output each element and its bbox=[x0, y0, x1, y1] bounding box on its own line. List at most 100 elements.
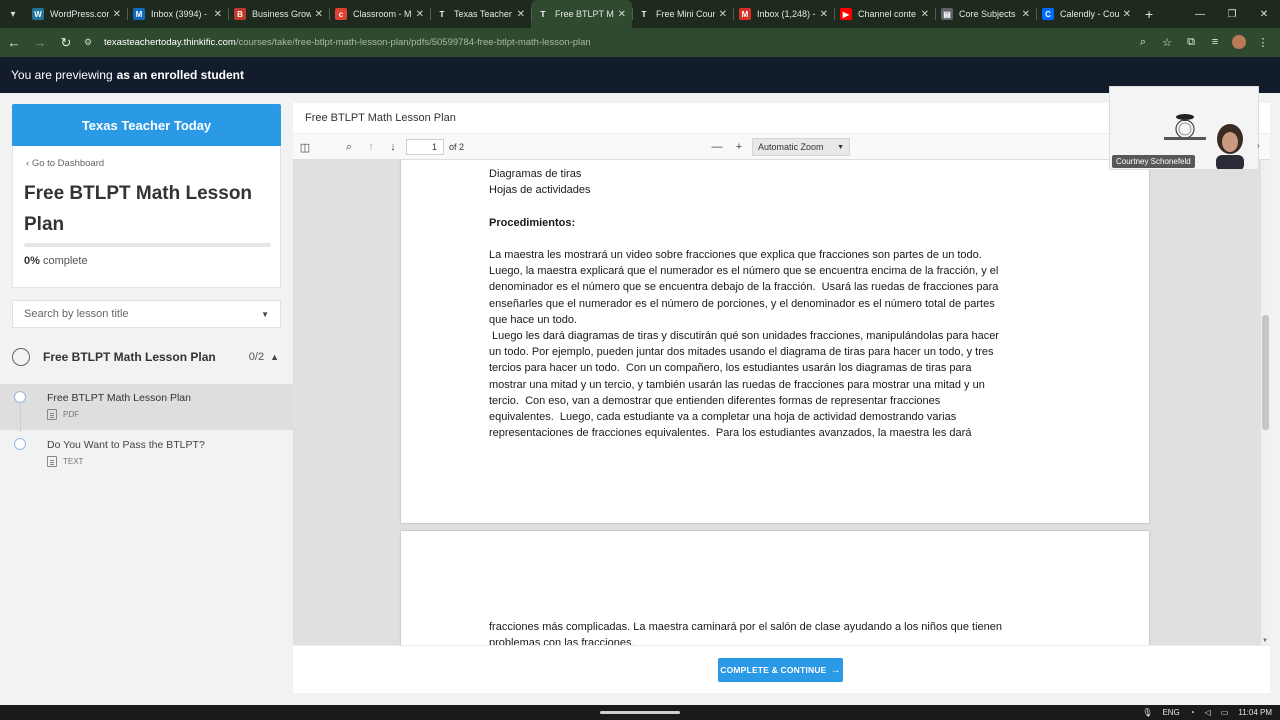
close-tab-icon[interactable]: ✕ bbox=[517, 9, 525, 20]
scroll-down-arrow-icon[interactable]: ▼ bbox=[1262, 638, 1268, 644]
pdf-text-line: Hojas de actividades bbox=[489, 184, 591, 197]
zoom-out-icon[interactable]: — bbox=[709, 139, 725, 155]
close-tab-icon[interactable]: ✕ bbox=[921, 9, 929, 20]
pdf-text-line: Procedimientos: bbox=[489, 216, 576, 229]
complete-and-continue-button[interactable]: COMPLETE & CONTINUE → bbox=[718, 658, 843, 682]
webcam-overlay: Courtney Schonefeld bbox=[1109, 86, 1259, 170]
browser-tab[interactable]: ▤ Core Subjects ✕ bbox=[935, 0, 1036, 28]
zoom-value: Automatic Zoom bbox=[758, 142, 824, 152]
extensions-icon[interactable]: ⧉ bbox=[1182, 33, 1200, 51]
progress-value: 0% bbox=[24, 255, 40, 267]
school-brand[interactable]: Texas Teacher Today bbox=[12, 104, 281, 146]
page-count: of 2 bbox=[449, 142, 465, 152]
tab-title: Classroom - M bbox=[353, 9, 412, 19]
close-window-button[interactable]: ✕ bbox=[1248, 0, 1280, 28]
lesson-item[interactable]: Free BTLPT Math Lesson Plan PDF bbox=[0, 384, 293, 432]
close-tab-icon[interactable]: ✕ bbox=[1022, 9, 1030, 20]
pdf-text-line: Luego, la maestra explicará que el numer… bbox=[489, 265, 999, 278]
lesson-status-icon bbox=[14, 438, 26, 450]
lesson-type-label: TEXT bbox=[63, 457, 84, 466]
browser-tab[interactable]: T Free BTLPT Ma ✕ bbox=[531, 0, 632, 28]
lesson-type-label: PDF bbox=[63, 410, 79, 419]
zoom-in-icon[interactable]: + bbox=[731, 139, 747, 155]
pdf-text-line: Luego les dará diagramas de tiras y disc… bbox=[489, 330, 999, 342]
caret-down-icon: ▼ bbox=[837, 143, 844, 151]
browser-tab[interactable]: W WordPress.com ✕ bbox=[26, 0, 127, 28]
find-search-icon[interactable]: ⌕ bbox=[341, 139, 357, 155]
course-player: Texas Teacher Today ‹ Go to Dashboard Fr… bbox=[0, 93, 1280, 705]
pdf-scrollbar[interactable]: ▼ bbox=[1261, 160, 1270, 645]
browser-tab[interactable]: C Calendly - Cou ✕ bbox=[1036, 0, 1137, 28]
volume-icon[interactable]: ◁ bbox=[1205, 708, 1211, 717]
profile-avatar[interactable] bbox=[1230, 33, 1248, 51]
tab-search-chevron-icon[interactable]: ▾ bbox=[0, 0, 26, 28]
search-placeholder: Search by lesson title bbox=[24, 308, 129, 320]
browser-tab[interactable]: M Inbox (1,248) - ✕ bbox=[733, 0, 834, 28]
preview-banner: You are previewing as an enrolled studen… bbox=[0, 57, 1280, 93]
preview-prefix: You are previewing bbox=[11, 68, 113, 82]
scrollbar-thumb[interactable] bbox=[1262, 315, 1269, 430]
lesson-item[interactable]: Do You Want to Pass the BTLPT? TEXT bbox=[0, 431, 293, 477]
close-tab-icon[interactable]: ✕ bbox=[618, 9, 626, 20]
chevron-left-icon: ‹ bbox=[26, 158, 30, 169]
language-indicator[interactable]: ENG bbox=[1162, 708, 1179, 717]
business-icon: B bbox=[234, 8, 246, 20]
browser-menu-icon[interactable]: ⋮ bbox=[1254, 33, 1272, 51]
lesson-type: TEXT bbox=[47, 456, 83, 467]
browser-tab[interactable]: ▶ Channel conte ✕ bbox=[834, 0, 935, 28]
close-tab-icon[interactable]: ✕ bbox=[719, 9, 727, 20]
pdf-text-line: fracciones más complicadas. La maestra c… bbox=[489, 621, 1003, 633]
close-tab-icon[interactable]: ✕ bbox=[416, 9, 424, 20]
close-tab-icon[interactable]: ✕ bbox=[315, 9, 323, 20]
lesson-search-dropdown[interactable]: Search by lesson title ▼ bbox=[12, 300, 281, 328]
back-arrow-icon[interactable]: ← bbox=[2, 31, 26, 55]
close-tab-icon[interactable]: ✕ bbox=[820, 9, 828, 20]
battery-icon[interactable]: ▭ bbox=[1221, 708, 1229, 717]
classroom-icon: c bbox=[335, 8, 347, 20]
bookmark-star-icon[interactable]: ☆ bbox=[1158, 33, 1176, 51]
site-info-icon[interactable]: ⚙ bbox=[84, 37, 98, 48]
window-controls: — ❐ ✕ bbox=[1184, 0, 1280, 28]
browser-tab-bar: ▾ W WordPress.com ✕ M Inbox (3994) - ✕ B Busine… bbox=[0, 0, 1280, 28]
browser-tab[interactable]: c Classroom - M ✕ bbox=[329, 0, 430, 28]
tab-title: Calendly - Cou bbox=[1060, 9, 1119, 19]
zoom-icon[interactable]: ⌕ bbox=[1134, 33, 1152, 51]
page-number-input[interactable] bbox=[406, 139, 444, 155]
url-field[interactable]: ⚙ texasteachertoday.thinkific.com/course… bbox=[84, 32, 1084, 54]
taskbar-handle bbox=[600, 711, 680, 714]
course-sidebar: Texas Teacher Today ‹ Go to Dashboard Fr… bbox=[0, 93, 293, 705]
previous-page-arrow-icon[interactable]: ↑ bbox=[363, 139, 379, 155]
media-controls-icon[interactable]: ≡ bbox=[1206, 33, 1224, 51]
chevron-up-icon[interactable]: ▲ bbox=[270, 352, 279, 362]
calendly-icon: C bbox=[1042, 8, 1054, 20]
pdf-text-line: equivalentes. Luego, cada estudiante va … bbox=[489, 411, 957, 423]
back-to-dashboard-link[interactable]: ‹ Go to Dashboard bbox=[26, 158, 104, 169]
doc-icon: ▤ bbox=[941, 8, 953, 20]
forward-arrow-icon[interactable]: → bbox=[28, 31, 52, 55]
gmail-icon: M bbox=[739, 8, 751, 20]
browser-tab[interactable]: B Business Growth ✕ bbox=[228, 0, 329, 28]
chevron-right-icon[interactable]: › bbox=[1257, 141, 1260, 150]
chapter-header[interactable]: Free BTLPT Math Lesson Plan 0/2 ▲ bbox=[0, 340, 293, 374]
minimize-button[interactable]: — bbox=[1184, 0, 1216, 28]
tab-title: Core Subjects bbox=[959, 9, 1016, 19]
pdf-text-line: La maestra les mostrará un video sobre f… bbox=[489, 249, 982, 261]
browser-tab[interactable]: T Texas Teacher ✕ bbox=[430, 0, 531, 28]
clock[interactable]: 11:04 PM bbox=[1238, 708, 1272, 717]
pdf-text-line: enseñarles que el numerador es el número… bbox=[489, 297, 995, 310]
close-tab-icon[interactable]: ✕ bbox=[113, 9, 121, 20]
browser-tab[interactable]: M Inbox (3994) - ✕ bbox=[127, 0, 228, 28]
browser-tab[interactable]: T Free Mini Cour ✕ bbox=[632, 0, 733, 28]
close-tab-icon[interactable]: ✕ bbox=[214, 9, 222, 20]
maximize-button[interactable]: ❐ bbox=[1216, 0, 1248, 28]
close-tab-icon[interactable]: ✕ bbox=[1123, 9, 1131, 20]
microphone-icon[interactable]: 🎙 bbox=[1142, 708, 1152, 717]
new-tab-button[interactable]: + bbox=[1145, 6, 1153, 22]
wifi-icon[interactable]: ◔ bbox=[1190, 708, 1195, 717]
complete-button-label: COMPLETE & CONTINUE bbox=[720, 665, 827, 675]
zoom-select[interactable]: Automatic Zoom ▼ bbox=[752, 138, 850, 156]
reload-icon[interactable]: ↻ bbox=[54, 31, 78, 55]
pdf-viewport[interactable]: Diagramas de tiras Hojas de actividades Pr… bbox=[293, 160, 1270, 645]
sidebar-toggle-icon[interactable]: ◫ bbox=[297, 139, 313, 155]
next-page-arrow-icon[interactable]: ↓ bbox=[385, 139, 401, 155]
